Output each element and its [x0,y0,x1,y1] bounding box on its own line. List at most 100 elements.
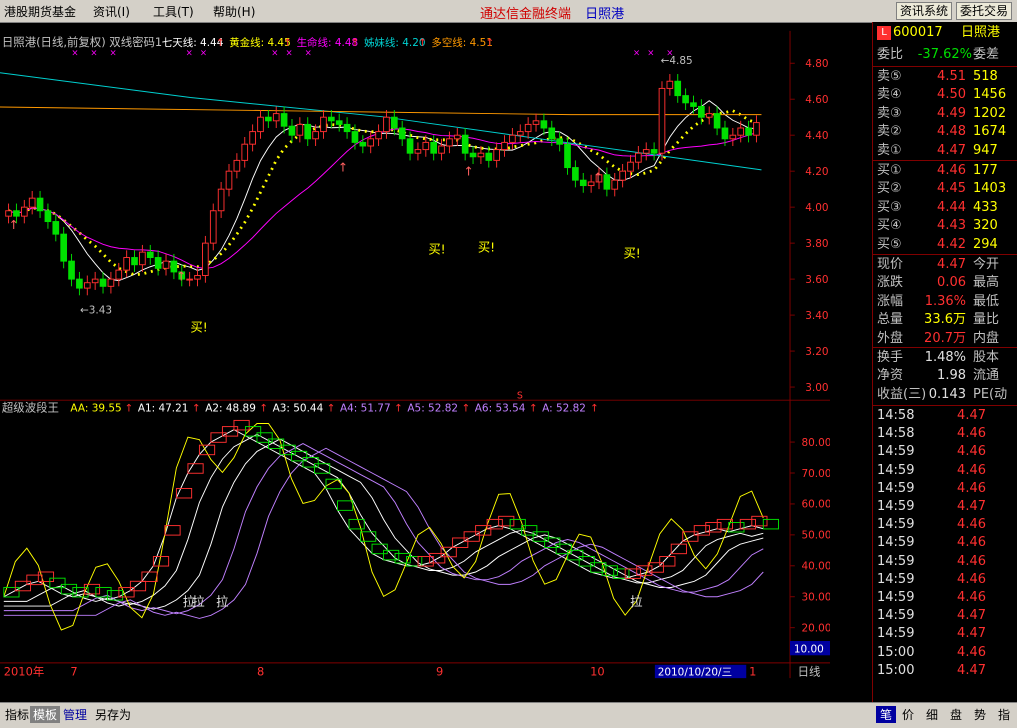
sub-indicators: AA: 39.55 ↑ A1: 47.21 ↑ A2: 48.89 ↑ A3: 50.44 ↑… [70,403,598,415]
badge-icon: L [877,26,891,40]
quote-row: 卖⑤ 4.51 518 [873,68,1017,86]
candle-body [650,149,658,154]
up-arrow-icon: ↑ [464,165,474,179]
high-label: ←4.85 [661,55,693,67]
tick-row[interactable]: 14:59 4.46 [873,589,1017,607]
tick-row[interactable]: 14:59 4.46 [873,516,1017,534]
stock-header: L 600017 日照港 [873,24,1017,44]
rtab-trend[interactable]: 势 [974,706,986,723]
candle-body [328,116,335,122]
tick-row[interactable]: 14:58 4.46 [873,425,1017,443]
trade-button[interactable]: 委托交易 [956,2,1013,20]
tick-row[interactable]: 14:59 4.47 [873,625,1017,643]
price-tick: 3.60 [805,274,828,286]
timeline-month: 8 [257,664,264,678]
quote-row: 净资 1.98 流通 [873,367,1017,385]
candle-body [682,95,689,104]
tick-time: 14:59 [877,608,915,624]
candle-body [406,138,414,154]
row-value: 20.7万 [924,330,966,346]
candle-body [737,127,745,136]
row-value: 4.42 [937,236,966,252]
tab-indicator[interactable]: 指标 [2,706,32,723]
arrow-icon: ↑ [327,403,336,415]
price-tick: 4.80 [805,58,828,70]
menu-item-tools[interactable]: 工具(T) [153,3,194,20]
quote-row: 买① 4.46 177 [873,162,1017,180]
row-label: 买⑤ [877,236,902,252]
candle-body [367,138,375,147]
candle-body [453,134,461,140]
tick-row[interactable]: 14:59 4.46 [873,480,1017,498]
marker-s: S [517,390,523,401]
rtab-price[interactable]: 价 [902,706,914,723]
quote-row: 买⑤ 4.42 294 [873,236,1017,254]
tick-row[interactable]: 14:59 4.46 [873,571,1017,589]
quote-row: 卖① 4.47 947 [873,142,1017,160]
info-system-button[interactable]: 资讯系统 [896,2,953,20]
sub-axis-tick: 40.00 [801,561,830,573]
tick-row[interactable]: 14:59 4.47 [873,498,1017,516]
cursor-date: 2010/10/20/三 [658,666,732,678]
quote-row: 外盘 20.7万 内盘 [873,330,1017,348]
cross-marker-icon: × [271,49,278,59]
candle-body [76,278,83,289]
candle-body [532,120,540,125]
indicator-label: 生命线: 4.48 [297,36,359,49]
candle-body [721,127,729,140]
cross-marker-icon: × [305,49,312,59]
row-value: 1.36% [924,293,966,309]
tab-manage[interactable]: 管理 [60,706,90,723]
pull-label: 拉 [192,594,204,609]
tick-price: 4.46 [957,480,986,496]
tab-template[interactable]: 模板 [30,706,61,723]
menu-item-info[interactable]: 资讯(I) [93,3,130,20]
candle-body [524,123,532,133]
row-value: 0.143 [928,386,966,402]
rtab-book[interactable]: 盘 [950,706,962,723]
row-value: 33.6万 [924,312,966,328]
quote-row: 买③ 4.44 433 [873,199,1017,217]
candle-body [60,233,68,262]
row-label: 卖③ [877,105,902,121]
tick-row[interactable]: 14:59 4.46 [873,443,1017,461]
candle-body [627,161,634,172]
row-extra: 433 [973,199,998,215]
tick-row[interactable]: 14:59 4.47 [873,607,1017,625]
rtab-index[interactable]: 指 [998,706,1010,723]
candle-body [564,143,571,169]
arrow-icon: ↑ [259,403,268,415]
menu-item-help[interactable]: 帮助(H) [213,3,255,20]
tick-row[interactable]: 15:00 4.46 [873,644,1017,662]
period-label[interactable]: 日线 [798,664,821,678]
tick-row[interactable]: 14:59 4.46 [873,462,1017,480]
candle-body [241,143,249,161]
tick-price: 4.46 [957,571,986,587]
candle-body [186,278,193,281]
tab-save-as[interactable]: 另存为 [92,706,134,723]
row-extra: 最高 [973,275,1000,291]
app-name: 通达信金融终端 [480,7,572,22]
indicator-label: A3: 50.44 [273,403,324,415]
row-value: 4.43 [937,218,966,234]
window-title: 通达信金融终端 日照港 [480,3,634,22]
chart-area[interactable]: 日照港(日线,前复权) 双线密码1 七天线: 4.44↑ 黄金线: 4.45↑ 生命… [0,22,830,687]
candle-body [99,278,107,287]
tick-price: 4.46 [957,644,986,660]
sub-axis-tick: 50.00 [801,530,830,542]
row-label: 卖⑤ [877,69,902,84]
candle-body [91,278,99,284]
row-extra: 1202 [973,105,1007,121]
tick-row[interactable]: 14:58 4.47 [873,407,1017,425]
buy-label: 买! [478,241,495,255]
tick-row[interactable]: 14:59 4.46 [873,553,1017,571]
tick-row[interactable]: 15:00 4.47 [873,662,1017,680]
rtab-bi[interactable]: 笔 [876,706,897,723]
rtab-detail[interactable]: 细 [926,706,938,723]
indicator-label: A1: 47.21 [138,403,189,415]
tick-row[interactable]: 14:59 4.46 [873,534,1017,552]
menu-item-hk-futures[interactable]: 港股期货基金 [4,3,76,20]
candle-body [13,210,20,217]
tick-price: 4.47 [957,408,986,423]
pull-label: 拉 [630,594,642,609]
